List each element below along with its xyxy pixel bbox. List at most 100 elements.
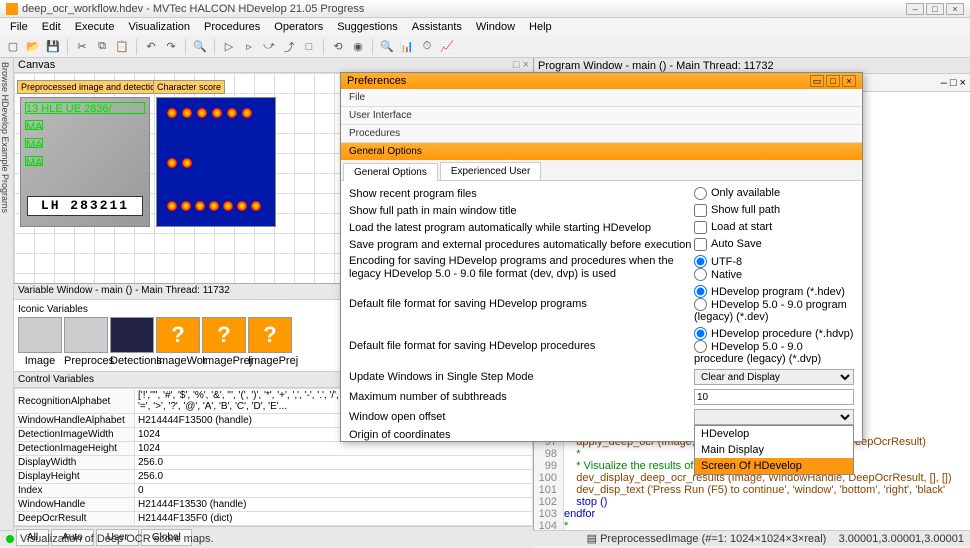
thumb-Detections[interactable]: Detections (110, 317, 154, 367)
find-icon[interactable]: 🔍 (191, 38, 209, 56)
close-icon[interactable]: – □ × (941, 77, 966, 89)
open-icon[interactable]: 📂 (24, 38, 42, 56)
hist-icon[interactable]: 📈 (438, 38, 456, 56)
opt-fullpath-cb[interactable]: Show full path (694, 204, 780, 216)
dropdown-item[interactable]: HDevelop (695, 426, 853, 442)
canvas-header: Canvas □ × (14, 58, 533, 73)
menu-window[interactable]: Window (470, 19, 521, 35)
paste-icon[interactable]: 📋 (113, 38, 131, 56)
status-dot (6, 535, 14, 543)
detection-box: MA (25, 138, 43, 148)
opt-defproc-a[interactable]: HDevelop procedure (*.hdvp) (694, 328, 853, 340)
thumb-ImageWor[interactable]: ?ImageWor (156, 317, 200, 367)
opt-update-select[interactable]: Clear and Display (694, 369, 854, 385)
stop-icon[interactable]: □ (300, 38, 318, 56)
opt-update-label: Update Windows in Single Step Mode (349, 371, 694, 383)
thumb-ImagePrej[interactable]: ?ImagePrej (248, 317, 292, 367)
opt-recent-only[interactable]: Only available (694, 187, 780, 199)
prof-icon[interactable]: ⏱ (418, 38, 436, 56)
opt-autoload-cb[interactable]: Load at start (694, 221, 772, 233)
opt-autosave-cb[interactable]: Auto Save (694, 238, 762, 250)
prefs-max-icon[interactable]: □ (826, 75, 840, 87)
license-plate: LH 283211 (27, 196, 143, 216)
break-icon[interactable]: ◉ (349, 38, 367, 56)
menu-procedures[interactable]: Procedures (198, 19, 266, 35)
toolbar: ▢ 📂 💾 ✂ ⧉ 📋 ↶ ↷ 🔍 ▷ ▹ ⤻ ⤴ □ ⟲ ◉ 🔍 📊 ⏱ 📈 (0, 36, 970, 58)
table-row[interactable]: WindowHandleH21444F13530 (handle) (15, 498, 533, 512)
opt-fullpath-label: Show full path in main window title (349, 205, 694, 217)
opt-enc-native[interactable]: Native (694, 269, 742, 281)
table-row[interactable]: DeepOcrResultH21444F135F0 (dict) (15, 512, 533, 526)
progwin-title: Program Window - main () - Main Thread: … (538, 60, 774, 72)
menu-help[interactable]: Help (523, 19, 558, 35)
zoom-icon[interactable]: 🔍 (378, 38, 396, 56)
menu-file[interactable]: File (4, 19, 34, 35)
prefs-tab-general[interactable]: General Options (343, 163, 438, 181)
run-icon[interactable]: ▷ (220, 38, 238, 56)
status-text: Visualization of Deep OCR score maps. (20, 533, 214, 545)
window-title: deep_ocr_workflow.hdev - MVTec HALCON HD… (22, 3, 364, 15)
table-row[interactable]: DetectionImageHeight1024 (15, 442, 533, 456)
opt-recent-label: Show recent program files (349, 188, 694, 200)
thumb-ImagePrej[interactable]: ?ImagePrej (202, 317, 246, 367)
thumb-Preproces[interactable]: Preproces (64, 317, 108, 367)
detection-box: 13 HLE UE 2836/ (25, 102, 145, 114)
step-over-icon[interactable]: ⤻ (260, 38, 278, 56)
prefs-close-icon[interactable]: × (842, 75, 856, 87)
menu-execute[interactable]: Execute (69, 19, 121, 35)
opt-maxsub-input[interactable] (694, 389, 854, 405)
opt-defprog-label: Default file format for saving HDevelop … (349, 298, 694, 310)
maximize-button[interactable]: □ (926, 3, 944, 15)
opt-enc-utf8[interactable]: UTF-8 (694, 256, 742, 268)
menu-assistants[interactable]: Assistants (406, 19, 468, 35)
opt-defproc-label: Default file format for saving HDevelop … (349, 340, 694, 352)
table-row[interactable]: Index0 (15, 484, 533, 498)
prefs-min-icon[interactable]: ▭ (810, 75, 824, 87)
copy-icon[interactable]: ⧉ (93, 38, 111, 56)
canvas-title: Canvas (18, 59, 55, 71)
prefs-sec-file[interactable]: File (341, 89, 862, 107)
prefs-tab-experienced[interactable]: Experienced User (440, 162, 541, 180)
close-button[interactable]: × (946, 3, 964, 15)
menu-visualization[interactable]: Visualization (122, 19, 196, 35)
step-icon[interactable]: ▹ (240, 38, 258, 56)
opt-defproc-b[interactable]: HDevelop 5.0 - 9.0 procedure (legacy) (*… (694, 341, 821, 366)
prefs-sec-general[interactable]: General Options (341, 143, 862, 160)
save-icon[interactable]: 💾 (44, 38, 62, 56)
minimize-button[interactable]: – (906, 3, 924, 15)
opt-maxsub-label: Maximum number of subthreads (349, 391, 694, 403)
opt-defprog-a[interactable]: HDevelop program (*.hdev) (694, 286, 845, 298)
app-icon (6, 3, 18, 15)
thumb-Image[interactable]: Image (18, 317, 62, 367)
table-row[interactable]: DisplayHeight256.0 (15, 470, 533, 484)
menu-edit[interactable]: Edit (36, 19, 67, 35)
status-coords: 3.00001,3.00001,3.00001 (839, 533, 964, 545)
menu-suggestions[interactable]: Suggestions (331, 19, 404, 35)
side-tab-examples[interactable]: Browse HDevelop Example Programs (0, 58, 14, 530)
prefs-sec-ui[interactable]: User Interface (341, 107, 862, 125)
redo-icon[interactable]: ↷ (162, 38, 180, 56)
undo-icon[interactable]: ↶ (142, 38, 160, 56)
dropdown-item-selected[interactable]: Screen Of HDevelop (695, 458, 853, 474)
img2-label: Character score (153, 80, 225, 94)
img1-label: Preprocessed image and detections (17, 80, 169, 94)
dropdown-item[interactable]: Main Display (695, 442, 853, 458)
score-image[interactable]: Character score (156, 97, 276, 227)
chart-icon[interactable]: 📊 (398, 38, 416, 56)
reset-icon[interactable]: ⟲ (329, 38, 347, 56)
new-icon[interactable]: ▢ (4, 38, 22, 56)
opt-winoff-label: Window open offset (349, 411, 694, 423)
prefs-titlebar[interactable]: Preferences ▭ □ × (341, 73, 862, 89)
preprocessed-image[interactable]: Preprocessed image and detections 13 HLE… (20, 97, 150, 227)
canvas-close-icon[interactable]: □ × (513, 59, 529, 71)
step-out-icon[interactable]: ⤴ (280, 38, 298, 56)
menu-operators[interactable]: Operators (268, 19, 329, 35)
table-row[interactable]: DisplayWidth256.0 (15, 456, 533, 470)
opt-winoff-select[interactable] (694, 409, 854, 425)
prefs-sec-proc[interactable]: Procedures (341, 125, 862, 143)
detection-box: MA (25, 120, 43, 130)
opt-defprog-b[interactable]: HDevelop 5.0 - 9.0 program (legacy) (*.d… (694, 299, 847, 324)
status-preproc: ▤ PreprocessedImage (#=1: 1024×1024×3×re… (587, 533, 827, 545)
opt-encoding-label: Encoding for saving HDevelop programs an… (349, 255, 694, 281)
cut-icon[interactable]: ✂ (73, 38, 91, 56)
